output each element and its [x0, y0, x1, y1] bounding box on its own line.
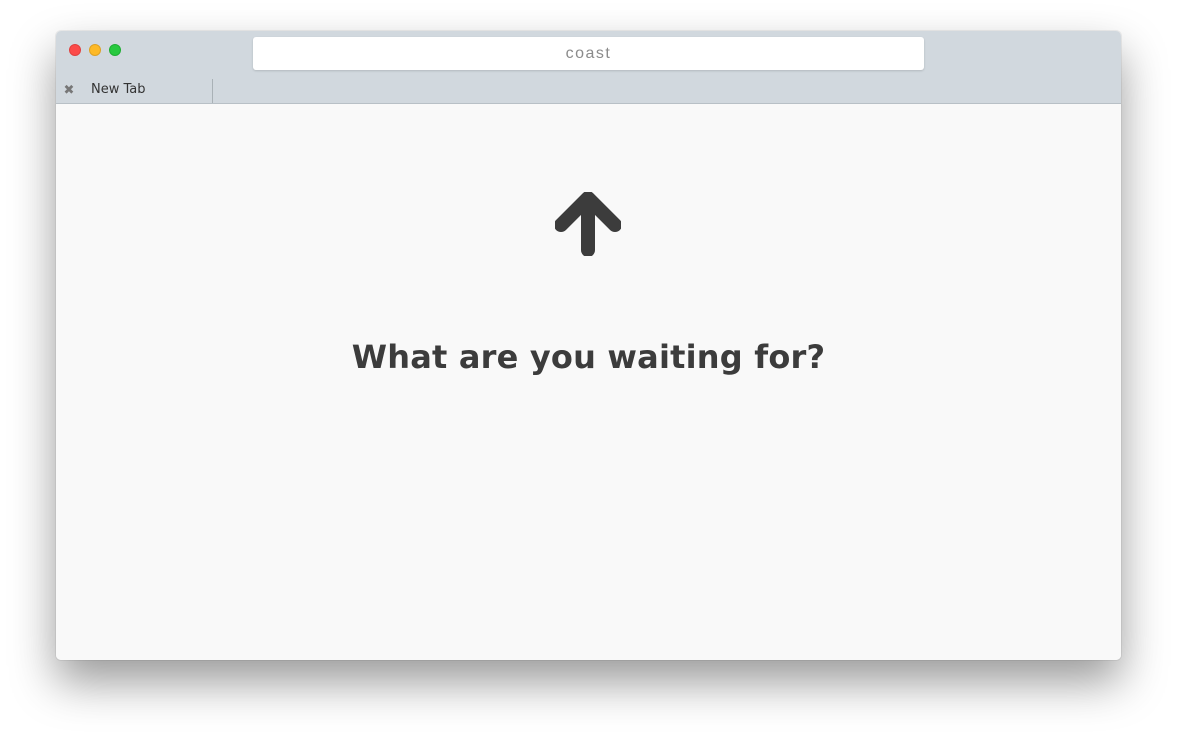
title-bar: coast ✖ New Tab: [56, 31, 1121, 104]
page-headline: What are you waiting for?: [351, 338, 826, 376]
arrow-up-icon: [555, 192, 621, 256]
address-bar-text: coast: [565, 44, 612, 62]
close-icon[interactable]: ✖: [62, 82, 76, 98]
maximize-window-button[interactable]: [109, 44, 121, 56]
address-bar[interactable]: coast: [253, 37, 924, 70]
tab-label: New Tab: [91, 82, 146, 97]
page-content: What are you waiting for?: [56, 104, 1121, 660]
close-window-button[interactable]: [69, 44, 81, 56]
tab-new-tab[interactable]: ✖ New Tab: [56, 79, 213, 103]
minimize-window-button[interactable]: [89, 44, 101, 56]
browser-window: coast ✖ New Tab What are you waiting for…: [56, 31, 1121, 660]
